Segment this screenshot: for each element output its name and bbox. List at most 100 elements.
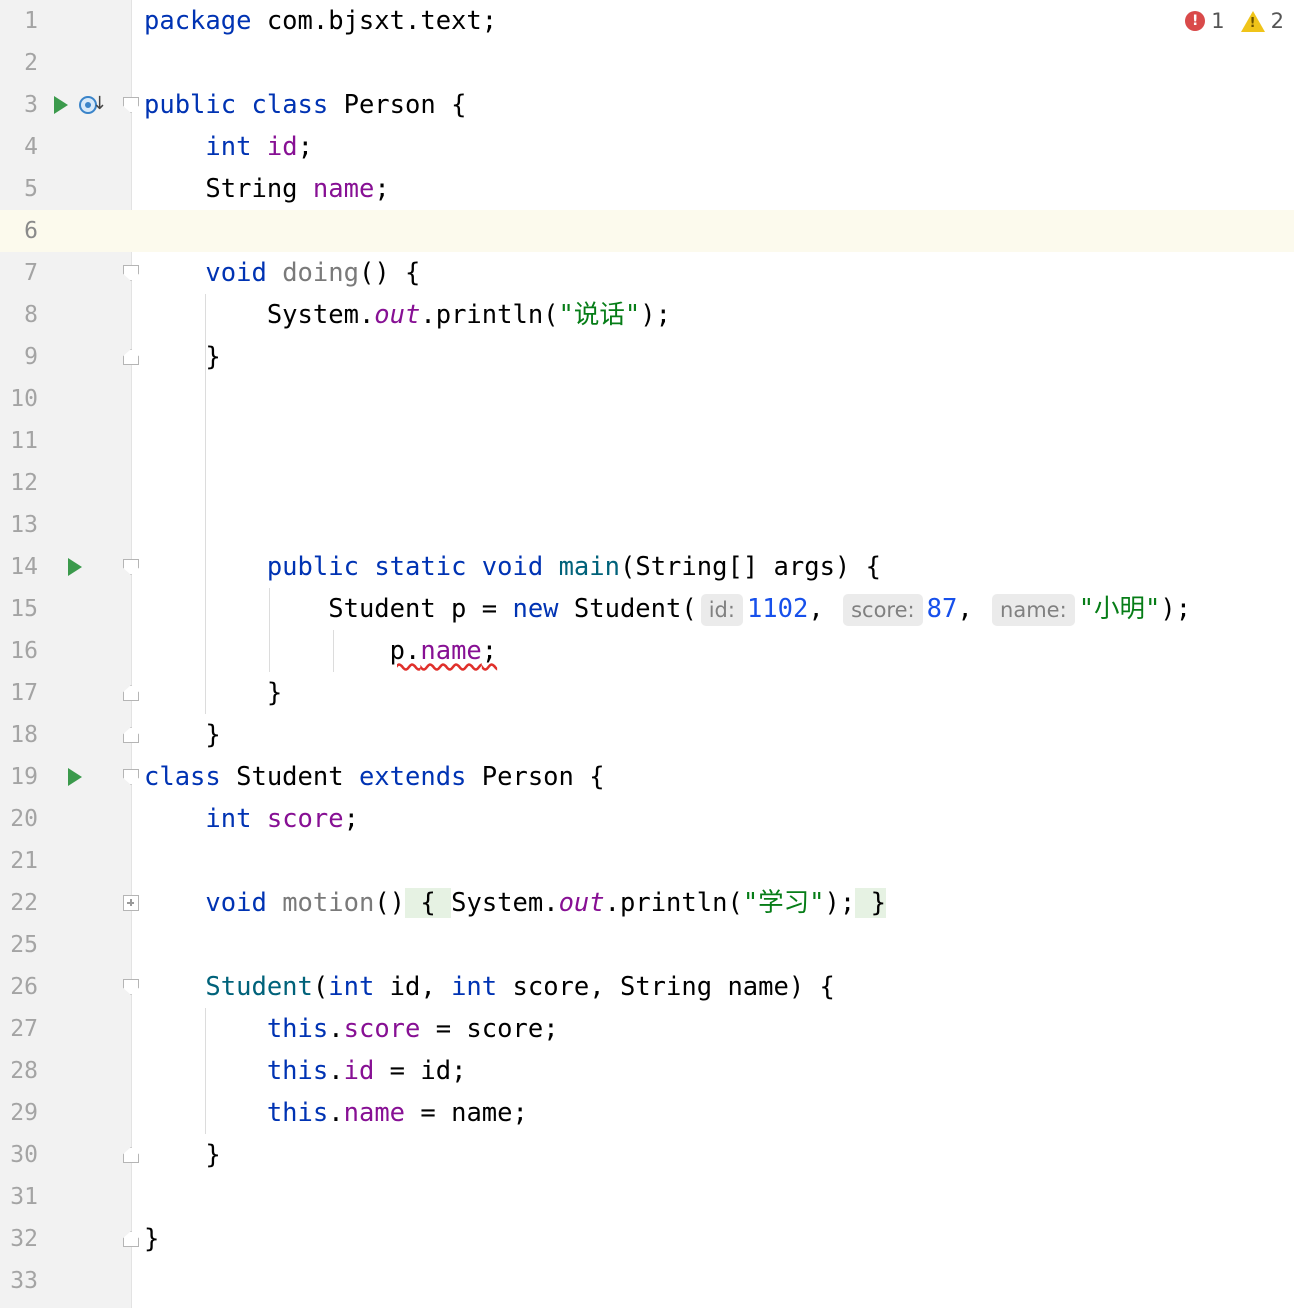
code-line[interactable]: 25 [0,924,1294,966]
fold-end-icon[interactable] [123,1231,139,1247]
code-line-current[interactable]: 6 [0,210,1294,252]
line-number: 20 [10,806,38,832]
line-number: 33 [10,1268,38,1294]
code-line[interactable]: 12 [0,462,1294,504]
code-line[interactable]: 20 int score; [0,798,1294,840]
code-text[interactable]: int id; [144,126,313,168]
code-line[interactable]: 27 this.score = score; [0,1008,1294,1050]
code-text[interactable]: int score; [144,798,359,840]
code-line[interactable]: 2 [0,42,1294,84]
code-text[interactable]: Student p = new Student(id: 1102, score: 8… [144,588,1191,630]
run-icon[interactable] [68,768,82,786]
code-line[interactable]: 4 int id; [0,126,1294,168]
code-line[interactable]: 13 [0,504,1294,546]
param-hint-name: name: [992,594,1075,626]
line-number: 10 [10,386,38,412]
code-text[interactable]: public class Person { [144,84,466,126]
line-number: 6 [24,218,38,244]
line-number: 28 [10,1058,38,1084]
run-icon[interactable] [68,558,82,576]
code-text[interactable]: System.out.println("说话"); [144,294,671,336]
line-number: 5 [24,176,38,202]
code-line[interactable]: 26 Student(int id, int score, String nam… [0,966,1294,1008]
line-number: 19 [10,764,38,790]
code-text[interactable]: class Student extends Person { [144,756,605,798]
fold-icon[interactable] [123,97,139,113]
code-line[interactable]: 16 p.name; [0,630,1294,672]
line-number: 31 [10,1184,38,1210]
line-number: 3 [24,92,38,118]
fold-end-icon[interactable] [123,685,139,701]
code-line[interactable]: 33 [0,1260,1294,1302]
code-text[interactable]: p.name; [144,630,498,672]
fold-icon[interactable] [123,559,139,575]
fold-end-icon[interactable] [123,727,139,743]
line-number: 11 [10,428,38,454]
line-number: 9 [24,344,38,370]
line-number: 21 [10,848,38,874]
code-text[interactable]: } [144,336,220,378]
param-hint-id: id: [700,594,743,626]
folded-region[interactable]: { [405,888,452,918]
fold-end-icon[interactable] [123,349,139,365]
run-icon[interactable] [54,96,68,114]
code-text[interactable]: } [144,672,282,714]
line-number: 32 [10,1226,38,1252]
code-text[interactable]: public static void main(String[] args) { [144,546,881,588]
code-line[interactable]: 32 } [0,1218,1294,1260]
code-line[interactable]: 1 package com.bjsxt.text; [0,0,1294,42]
line-number: 12 [10,470,38,496]
code-line[interactable]: 18 } [0,714,1294,756]
code-text[interactable]: } [144,1218,159,1260]
code-line[interactable]: 8 System.out.println("说话"); [0,294,1294,336]
code-line[interactable]: 10 [0,378,1294,420]
line-number: 26 [10,974,38,1000]
line-number: 2 [24,50,38,76]
code-line[interactable]: 9 } [0,336,1294,378]
code-line[interactable]: 30 } [0,1134,1294,1176]
code-text[interactable]: package com.bjsxt.text; [144,0,497,42]
line-number: 27 [10,1016,38,1042]
code-line[interactable]: 19 class Student extends Person { [0,756,1294,798]
line-number: 30 [10,1142,38,1168]
code-line[interactable]: 29 this.name = name; [0,1092,1294,1134]
code-line[interactable]: 31 [0,1176,1294,1218]
code-line[interactable]: 3 ↓ public class Person { [0,84,1294,126]
code-text[interactable]: String name; [144,168,389,210]
code-text[interactable]: this.score = score; [144,1008,559,1050]
line-number: 17 [10,680,38,706]
fold-icon[interactable] [123,769,139,785]
code-text[interactable]: this.id = id; [144,1050,467,1092]
line-number: 8 [24,302,38,328]
line-number: 13 [10,512,38,538]
line-number: 14 [10,554,38,580]
code-line[interactable]: 22 void motion() { System.out.println("学… [0,882,1294,924]
line-number: 22 [10,890,38,916]
code-text[interactable]: void motion() { System.out.println("学习")… [144,882,886,924]
code-line[interactable]: 17 } [0,672,1294,714]
code-text[interactable]: } [144,714,220,756]
param-hint-score: score: [843,594,923,626]
line-number: 1 [24,8,38,34]
code-text[interactable]: void doing() { [144,252,420,294]
code-text[interactable]: this.name = name; [144,1092,528,1134]
code-text[interactable]: } [144,1134,220,1176]
arrow-down-icon: ↓ [92,93,108,114]
code-line[interactable]: 11 [0,420,1294,462]
line-number: 18 [10,722,38,748]
code-line[interactable]: 15 Student p = new Student(id: 1102, scor… [0,588,1294,630]
code-line[interactable]: 14 public static void main(String[] args… [0,546,1294,588]
code-text[interactable]: Student(int id, int score, String name) … [144,966,834,1008]
line-number: 4 [24,134,38,160]
fold-expand-icon[interactable] [123,895,139,911]
line-number: 29 [10,1100,38,1126]
code-line[interactable]: 28 this.id = id; [0,1050,1294,1092]
code-line[interactable]: 5 String name; [0,168,1294,210]
code-line[interactable]: 7 void doing() { [0,252,1294,294]
error-expression[interactable]: p.name; [390,636,498,666]
folded-region[interactable]: } [855,888,886,918]
code-line[interactable]: 21 [0,840,1294,882]
fold-end-icon[interactable] [123,1147,139,1163]
fold-icon[interactable] [123,265,139,281]
fold-icon[interactable] [123,979,139,995]
